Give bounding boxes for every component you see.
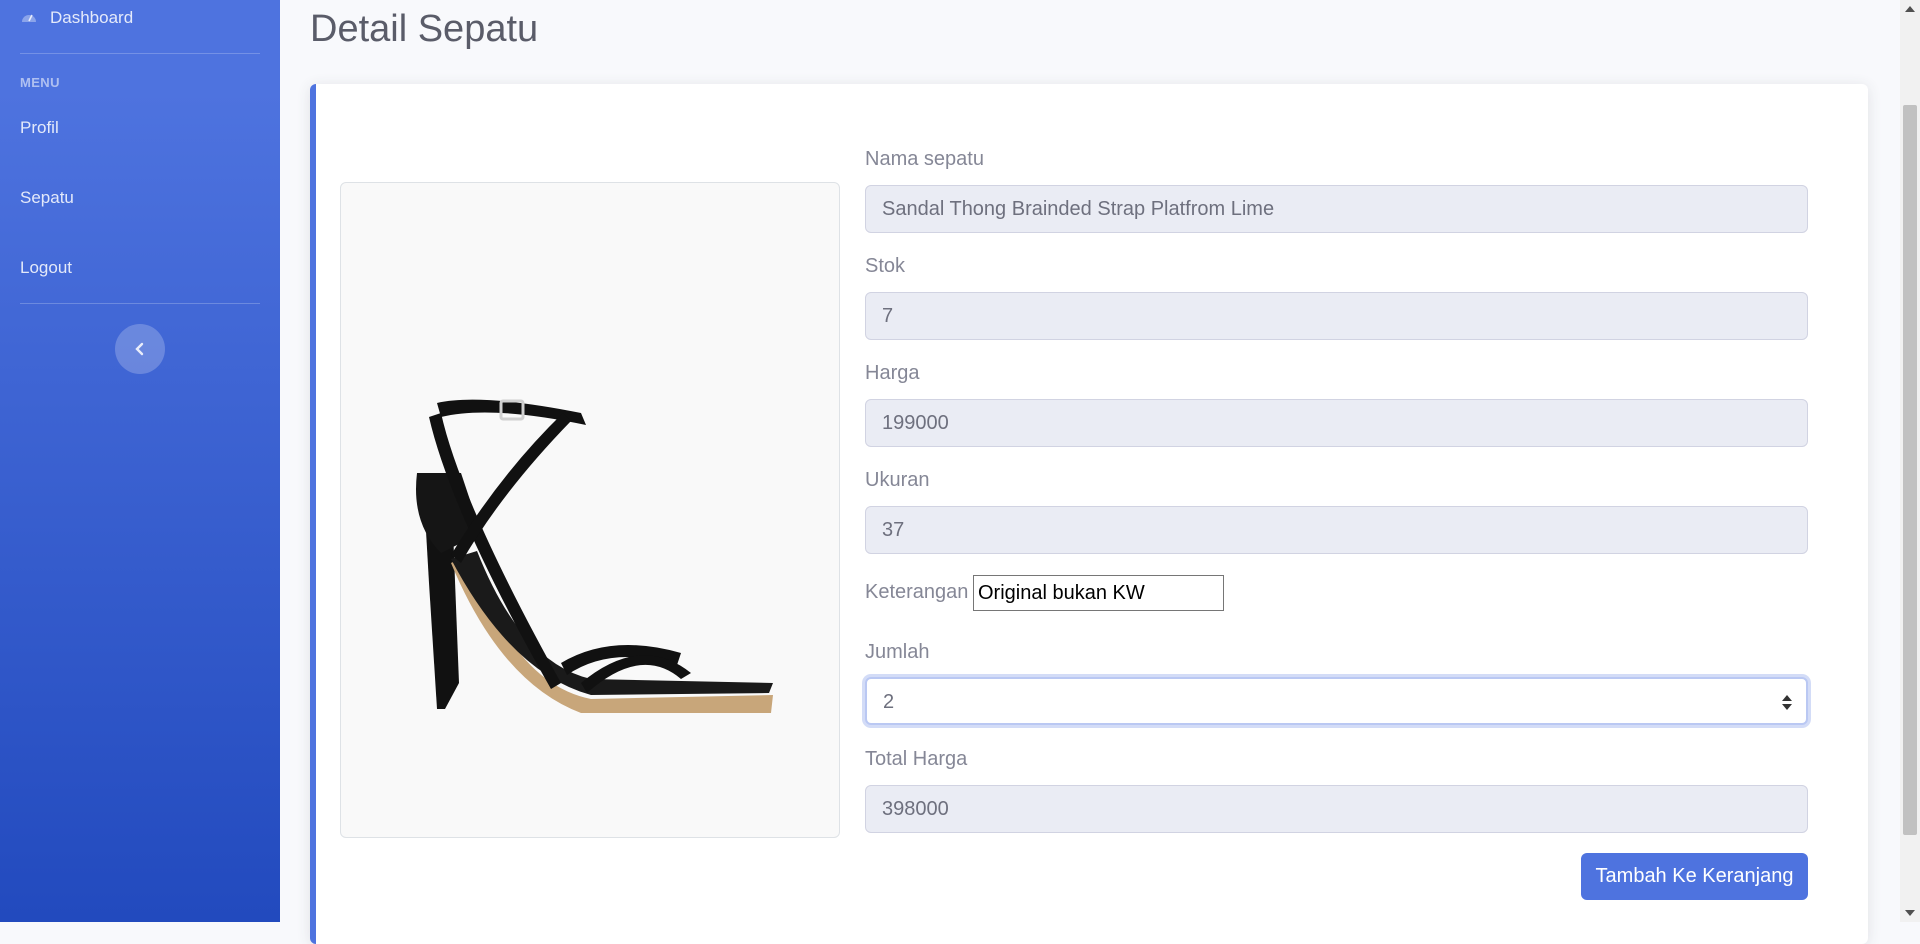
jumlah-input[interactable]: 2	[865, 677, 1808, 725]
harga-label: Harga	[865, 362, 920, 384]
sidebar-item-label: Profil	[20, 118, 59, 137]
total-field[interactable]: 398000	[865, 785, 1808, 833]
sidebar-item-label: Logout	[20, 258, 72, 277]
keterangan-label: Keterangan	[865, 581, 969, 603]
keterangan-input[interactable]: Original bukan KW	[973, 575, 1224, 611]
sidebar-divider	[20, 53, 260, 54]
sidebar: Dashboard MENU Profil Sepatu Logout	[0, 0, 280, 922]
ukuran-label: Ukuran	[865, 469, 930, 491]
stepper-up-icon[interactable]	[1782, 694, 1792, 701]
sidebar-toggle-button[interactable]	[115, 324, 165, 374]
total-label: Total Harga	[865, 748, 968, 770]
stok-field[interactable]: 7	[865, 292, 1808, 340]
scrollbar-thumb[interactable]	[1903, 105, 1917, 835]
sidebar-item-label: Dashboard	[50, 8, 134, 27]
nama-label: Nama sepatu	[865, 148, 984, 170]
page-title: Detail Sepatu	[310, 8, 539, 50]
sidebar-item-label: Sepatu	[20, 188, 74, 207]
stepper-down-icon[interactable]	[1782, 703, 1792, 710]
product-image	[340, 182, 840, 838]
nama-field[interactable]: Sandal Thong Brainded Strap Platfrom Lim…	[865, 185, 1808, 233]
sidebar-item-logout[interactable]: Logout	[20, 258, 72, 278]
stok-label: Stok	[865, 255, 906, 277]
add-to-cart-button[interactable]: Tambah Ke Keranjang	[1581, 853, 1808, 900]
tachometer-icon	[20, 9, 38, 27]
sidebar-item-dashboard[interactable]: Dashboard	[20, 8, 133, 28]
sidebar-item-sepatu[interactable]: Sepatu	[20, 188, 74, 208]
scroll-down-icon[interactable]	[1905, 910, 1915, 916]
ukuran-field[interactable]: 37	[865, 506, 1808, 554]
sidebar-divider	[20, 303, 260, 304]
high-heel-sandal-image	[416, 399, 773, 713]
jumlah-label: Jumlah	[865, 641, 930, 663]
harga-field[interactable]: 199000	[865, 399, 1808, 447]
quantity-stepper[interactable]	[1780, 691, 1794, 713]
chevron-left-icon	[135, 342, 144, 356]
scroll-up-icon[interactable]	[1905, 6, 1915, 12]
jumlah-value: 2	[883, 691, 895, 713]
sidebar-item-profil[interactable]: Profil	[20, 118, 59, 138]
sidebar-heading: MENU	[20, 75, 60, 90]
